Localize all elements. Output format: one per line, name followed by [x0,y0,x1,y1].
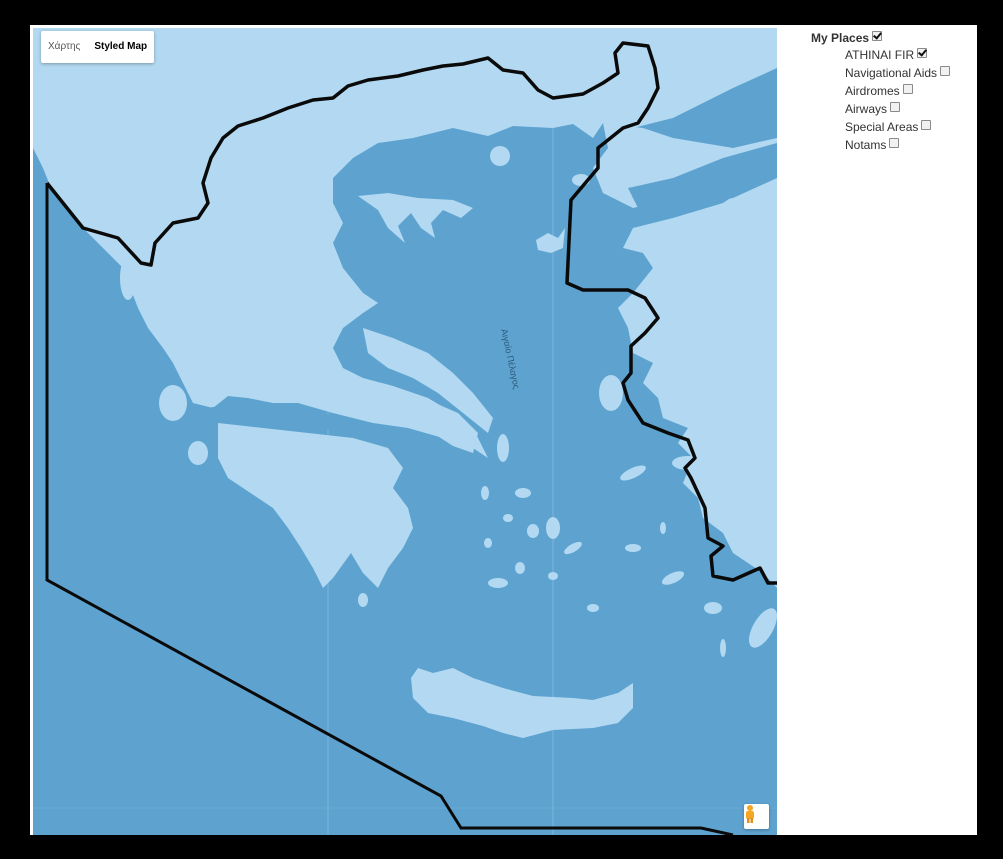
athinai-fir-checkbox[interactable] [917,48,928,58]
airdromes-checkbox[interactable] [902,84,913,94]
island-rhodes [749,608,777,648]
cyclades-islands [358,434,726,657]
layer-label: Special Areas [845,120,919,134]
navigational-aids-checkbox[interactable] [940,66,951,76]
layer-label: Notams [845,138,887,152]
pegman-icon [746,805,754,823]
layers-panel: My Places ATHINAI FIR Navigational Aids … [811,28,977,153]
island-corfu [120,256,136,300]
layer-label: ATHINAI FIR [845,48,915,62]
special-areas-checkbox[interactable] [921,120,932,130]
map-type-roadmap-button[interactable]: Χάρτης [41,31,87,63]
island-limnos [536,228,565,253]
island-ikaria [620,465,646,481]
island-zakynthos [188,441,208,465]
layer-item-airdromes: Airdromes [845,84,977,99]
map-type-styled-button[interactable]: Styled Map [87,31,154,63]
layer-item-navigational-aids: Navigational Aids [845,66,977,81]
layer-item-notams: Notams [845,138,977,153]
island-crete [411,668,633,738]
map-tiles [33,28,777,835]
street-view-pegman-button[interactable] [744,804,769,829]
layer-tree-root: My Places [811,31,977,45]
island-chios [599,375,623,411]
layer-label: Navigational Aids [845,66,938,80]
land-peloponnese [218,423,413,588]
map-type-control: Χάρτης Styled Map [41,31,155,63]
island-kefalonia [159,385,187,421]
airways-checkbox[interactable] [890,102,901,112]
layer-label: Airways [845,102,888,116]
layer-item-athinai-fir: ATHINAI FIR [845,48,977,63]
my-places-checkbox[interactable] [872,31,883,41]
app-frame: Αιγαίο Πέλαγος Χάρτης Styled Map My Plac… [30,25,977,835]
layer-label: Airdromes [845,84,900,98]
layer-item-airways: Airways [845,102,977,117]
layer-item-special-areas: Special Areas [845,120,977,135]
island-thassos [490,146,510,166]
my-places-label: My Places [811,31,870,45]
map-canvas[interactable]: Αιγαίο Πέλαγος Χάρτης Styled Map [33,28,777,835]
notams-checkbox[interactable] [889,138,900,148]
